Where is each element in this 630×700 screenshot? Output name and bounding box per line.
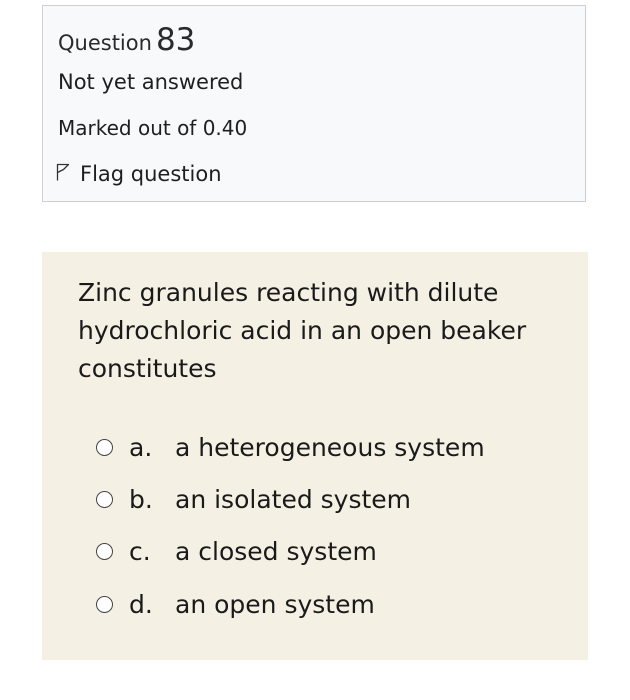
question-number-value: 83 bbox=[155, 22, 196, 58]
question-label: Question bbox=[58, 31, 152, 55]
flag-question-button[interactable]: Flag question bbox=[56, 162, 222, 186]
answer-option-d[interactable]: d. an open system bbox=[96, 590, 375, 619]
flag-question-label: Flag question bbox=[80, 162, 222, 186]
question-content: Zinc granules reacting with dilute hydro… bbox=[42, 252, 588, 660]
answer-state: Not yet answered bbox=[58, 70, 244, 94]
answer-text: an isolated system bbox=[175, 485, 412, 514]
answer-text: a closed system bbox=[175, 537, 377, 566]
answer-letter: c. bbox=[129, 537, 151, 566]
question-number: Question 83 bbox=[58, 22, 195, 58]
radio-button[interactable] bbox=[96, 543, 113, 560]
answer-text: an open system bbox=[175, 590, 375, 619]
flag-icon bbox=[56, 162, 80, 186]
answer-letter: d. bbox=[129, 590, 153, 619]
answer-letter: b. bbox=[129, 485, 153, 514]
answer-option-b[interactable]: b. an isolated system bbox=[96, 485, 411, 514]
question-text: Zinc granules reacting with dilute hydro… bbox=[78, 278, 527, 383]
answer-option-a[interactable]: a. a heterogeneous system bbox=[96, 433, 485, 462]
grade-info: Marked out of 0.40 bbox=[58, 116, 248, 140]
radio-button[interactable] bbox=[96, 439, 113, 456]
answer-option-c[interactable]: c. a closed system bbox=[96, 537, 377, 566]
radio-button[interactable] bbox=[96, 596, 113, 613]
answer-letter: a. bbox=[129, 433, 153, 462]
question-info-panel: Question 83 Not yet answered Marked out o… bbox=[42, 5, 586, 202]
answer-text: a heterogeneous system bbox=[175, 433, 485, 462]
radio-button[interactable] bbox=[96, 491, 113, 508]
